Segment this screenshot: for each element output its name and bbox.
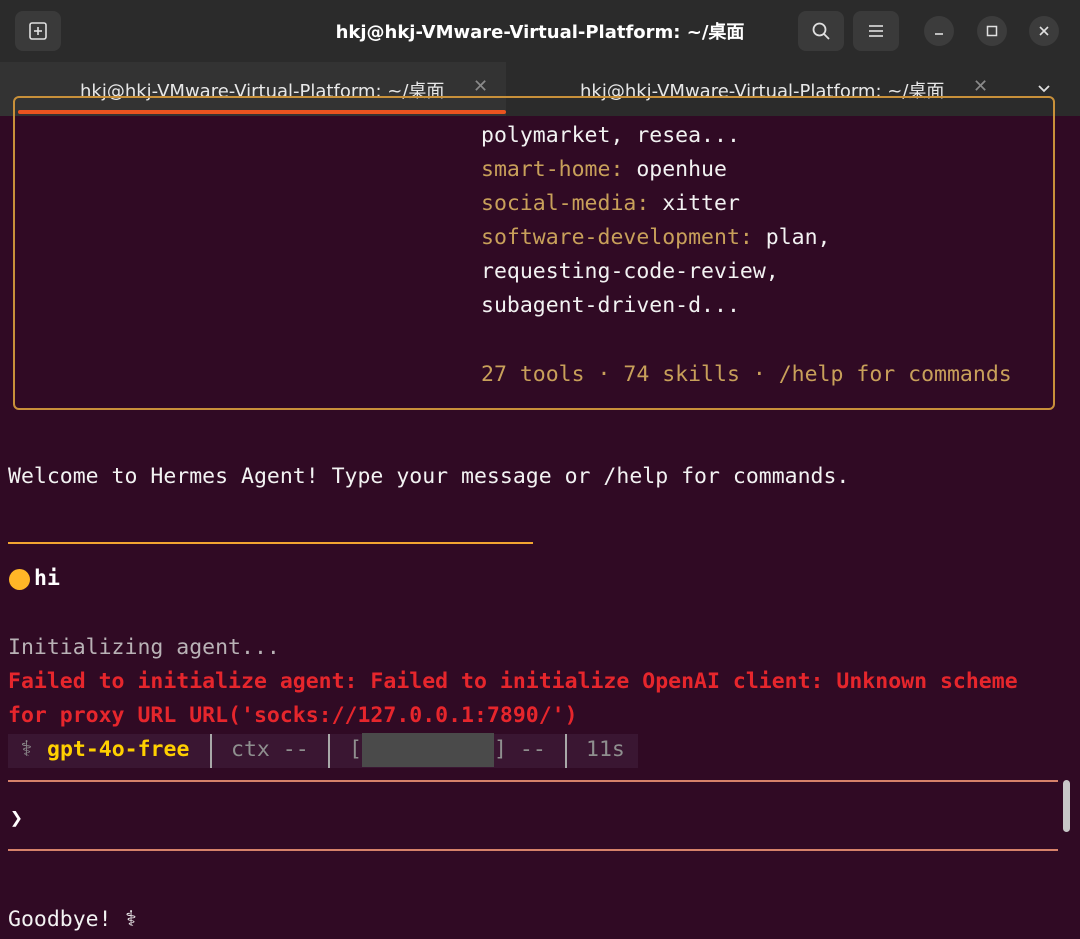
skill-category: software-development: xyxy=(481,225,753,250)
goodbye-message: Goodbye! ⚕ xyxy=(8,907,138,932)
minimize-button[interactable] xyxy=(924,16,954,46)
search-icon xyxy=(812,22,830,40)
title-bar: hkj@hkj-VMware-Virtual-Platform: ~/桌面 xyxy=(0,0,1080,62)
status-separator xyxy=(210,734,212,768)
skill-category: smart-home: xyxy=(481,157,624,182)
minimize-icon xyxy=(935,33,943,35)
prompt-input[interactable] xyxy=(40,796,1050,840)
banner-line: software-development: plan, xyxy=(481,225,831,250)
maximize-button[interactable] xyxy=(977,16,1007,46)
elapsed-time: 11s xyxy=(586,737,625,762)
close-icon xyxy=(1039,26,1049,36)
model-name: gpt-4o-free xyxy=(47,737,190,762)
terminal-content[interactable]: polymarket, resea... smart-home: openhue… xyxy=(0,96,1080,939)
tab-close-icon[interactable]: ✕ xyxy=(973,76,988,97)
caduceus-icon: ⚕ xyxy=(20,737,33,762)
input-bottom-border xyxy=(8,849,1058,851)
skill-list: plan, xyxy=(752,225,831,250)
search-button[interactable] xyxy=(798,11,844,51)
progress-bar xyxy=(362,733,494,767)
banner-summary: 27 tools · 74 skills · /help for command… xyxy=(481,362,1012,387)
skill-list: xitter xyxy=(649,191,740,216)
banner-line: smart-home: openhue xyxy=(481,157,727,182)
input-top-border xyxy=(8,780,1058,782)
scrollbar[interactable] xyxy=(1063,780,1070,832)
status-separator xyxy=(328,734,330,768)
window-title: hkj@hkj-VMware-Virtual-Platform: ~/桌面 xyxy=(335,22,745,43)
prompt-chevron-icon: ❯ xyxy=(10,806,23,831)
error-message: Failed to initialize agent: Failed to in… xyxy=(8,669,1018,694)
banner-line: polymarket, resea... xyxy=(481,123,740,148)
hamburger-menu-icon xyxy=(869,25,883,37)
user-message: hi xyxy=(34,566,60,591)
skill-category: social-media: xyxy=(481,191,650,216)
chevron-down-icon xyxy=(1038,85,1050,93)
context-indicator: ctx -- xyxy=(231,737,309,762)
status-separator xyxy=(565,734,567,768)
close-button[interactable] xyxy=(1029,16,1059,46)
banner-line: requesting-code-review, xyxy=(481,259,779,284)
skill-list: openhue xyxy=(623,157,727,182)
tab-close-icon[interactable]: ✕ xyxy=(473,76,488,97)
progress-bracket: ] -- xyxy=(494,737,546,762)
progress-bracket: [ xyxy=(349,737,362,762)
divider xyxy=(8,542,533,544)
menu-button[interactable] xyxy=(853,11,899,51)
error-message: for proxy URL URL('socks://127.0.0.1:789… xyxy=(8,703,578,728)
status-line: Initializing agent... xyxy=(8,635,280,660)
maximize-icon xyxy=(986,25,998,37)
terminal-window: hkj@hkj-VMware-Virtual-Platform: ~/桌面 hk… xyxy=(0,0,1080,939)
banner-line: subagent-driven-d... xyxy=(481,293,740,318)
welcome-message: Welcome to Hermes Agent! Type your messa… xyxy=(8,464,850,489)
user-dot-icon xyxy=(9,569,30,590)
banner-line: social-media: xitter xyxy=(481,191,740,216)
